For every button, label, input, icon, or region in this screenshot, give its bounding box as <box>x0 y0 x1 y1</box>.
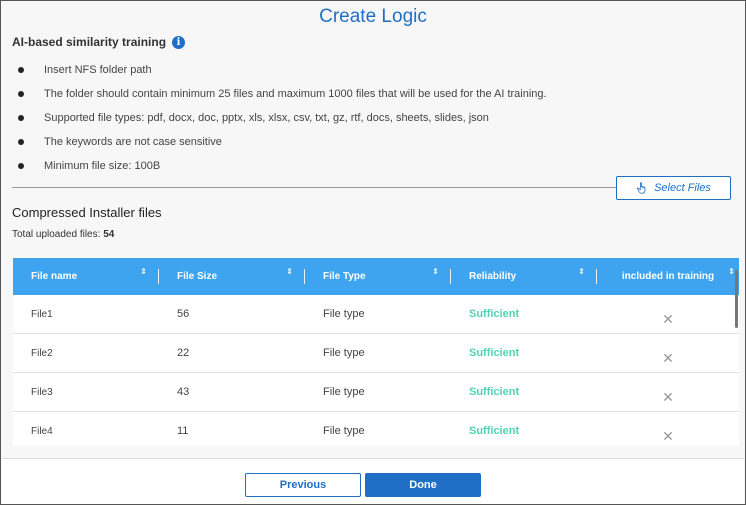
table-header: File name ⇕ File Size ⇕ File Type ⇕ Reli… <box>13 258 739 295</box>
sort-icon[interactable]: ⇕ <box>286 268 293 276</box>
dialog-title: Create Logic <box>319 6 427 27</box>
table-row[interactable]: File1 56 File type Sufficient ✕ <box>13 295 739 334</box>
bullet-icon <box>18 139 24 145</box>
bullet-icon <box>18 91 24 97</box>
close-icon[interactable]: ✕ <box>597 334 739 372</box>
cell-file-type: File type <box>323 386 365 398</box>
column-header-file-size[interactable]: File Size ⇕ <box>159 258 305 295</box>
close-icon[interactable]: ✕ <box>597 373 739 411</box>
dialog-footer: Previous Done <box>2 458 744 504</box>
bullet-icon <box>18 115 24 121</box>
select-files-button[interactable]: Select Files <box>616 176 731 200</box>
cell-reliability: Sufficient <box>469 347 520 359</box>
hand-pointer-icon <box>637 182 646 194</box>
cell-reliability: Sufficient <box>469 425 520 437</box>
section-title-text: AI-based similarity training <box>12 35 167 49</box>
sort-icon[interactable]: ⇕ <box>728 268 735 276</box>
done-button[interactable]: Done <box>365 473 481 497</box>
select-files-label: Select Files <box>654 182 711 194</box>
list-item: Supported file types: pdf, docx, doc, pp… <box>14 106 547 130</box>
list-item: Minimum file size: 100B <box>14 154 547 178</box>
total-uploaded: Total uploaded files: 54 <box>12 229 115 240</box>
dialog-content: Create Logic AI-based similarity trainin… <box>2 2 744 458</box>
requirements-list: Insert NFS folder path The folder should… <box>14 58 547 178</box>
info-icon[interactable]: i <box>172 35 186 49</box>
column-header-reliability[interactable]: Reliability ⇕ <box>451 258 597 295</box>
bullet-icon <box>18 67 24 73</box>
cell-file-size: 22 <box>177 347 190 359</box>
cell-file-name: File2 <box>31 347 53 359</box>
table-scrollbar[interactable] <box>735 270 738 328</box>
cell-file-name: File4 <box>31 425 53 437</box>
dialog-frame: Create Logic AI-based similarity trainin… <box>0 0 746 505</box>
bullet-icon <box>18 163 24 169</box>
total-count: 54 <box>103 229 115 240</box>
list-item: Insert NFS folder path <box>14 58 547 82</box>
sort-icon[interactable]: ⇕ <box>432 268 439 276</box>
cell-file-type: File type <box>323 425 365 437</box>
list-item: The keywords are not case sensitive <box>14 130 547 154</box>
cell-file-size: 56 <box>177 308 190 320</box>
cell-file-name: File3 <box>31 386 53 398</box>
section-title: AI-based similarity training i <box>12 35 186 49</box>
cell-reliability: Sufficient <box>469 308 520 320</box>
column-header-included[interactable]: included in training ⇕ <box>597 258 739 295</box>
cell-reliability: Sufficient <box>469 386 520 398</box>
cell-file-size: 11 <box>177 425 189 437</box>
divider <box>12 187 616 188</box>
sort-icon[interactable]: ⇕ <box>578 268 585 276</box>
close-icon[interactable]: ✕ <box>597 412 739 446</box>
sort-icon[interactable]: ⇕ <box>140 268 147 276</box>
close-icon[interactable]: ✕ <box>597 295 739 333</box>
column-header-file-name[interactable]: File name ⇕ <box>13 258 159 295</box>
cell-file-type: File type <box>323 308 365 320</box>
cell-file-size: 43 <box>177 386 190 398</box>
cell-file-type: File type <box>323 347 365 359</box>
files-table: File name ⇕ File Size ⇕ File Type ⇕ Reli… <box>13 258 739 446</box>
list-item: The folder should contain minimum 25 fil… <box>14 82 547 106</box>
cell-file-name: File1 <box>31 308 53 320</box>
table-row[interactable]: File4 11 File type Sufficient ✕ <box>13 412 739 446</box>
previous-button[interactable]: Previous <box>245 473 361 497</box>
subtitle: Compressed Installer files <box>12 205 162 220</box>
table-row[interactable]: File3 43 File type Sufficient ✕ <box>13 373 739 412</box>
table-row[interactable]: File2 22 File type Sufficient ✕ <box>13 334 739 373</box>
column-header-file-type[interactable]: File Type ⇕ <box>305 258 451 295</box>
